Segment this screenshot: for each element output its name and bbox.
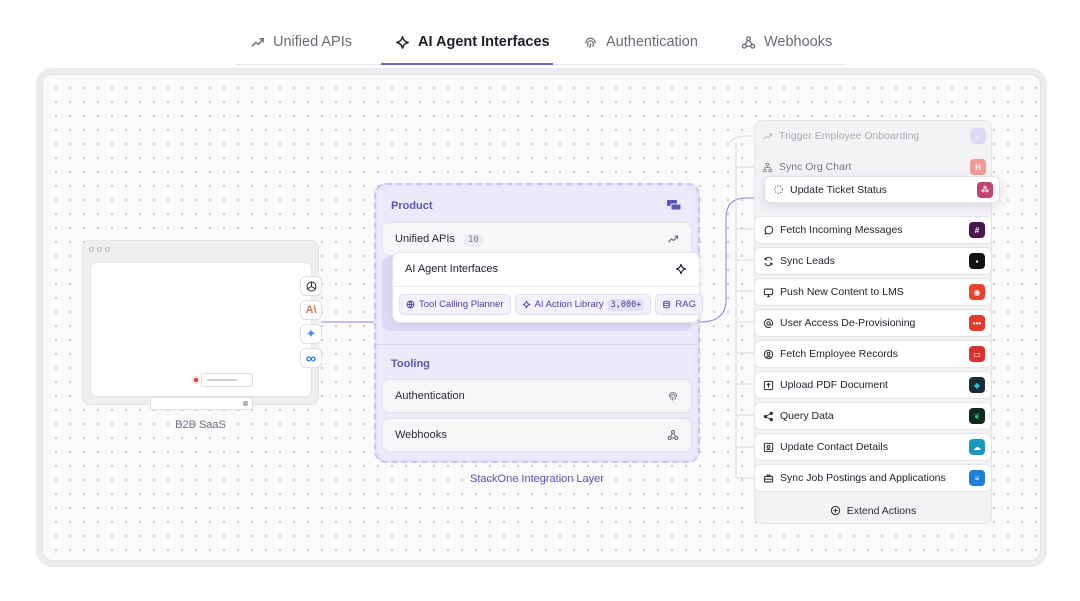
llm-provider-icons: A\ ✦ ∞: [300, 276, 322, 368]
app-badge-icon: ☁: [969, 439, 985, 455]
authentication-label: Authentication: [395, 390, 465, 402]
app-badge-icon: ⁂: [977, 181, 993, 198]
users-icon: [763, 349, 774, 359]
action-query-data[interactable]: Query Data ❦: [754, 402, 992, 430]
fingerprint-icon: [585, 37, 596, 48]
action-user-access-de-provisioning[interactable]: User Access De-Provisioning •••: [754, 309, 992, 337]
tab-label: Authentication: [606, 34, 698, 50]
webhooks-card[interactable]: Webhooks: [382, 418, 692, 452]
contact-card-icon: [763, 442, 774, 452]
upload-icon: [763, 380, 774, 390]
sparkle-icon: [676, 264, 686, 274]
webhooks-label: Webhooks: [395, 429, 447, 441]
action-update-ticket-status[interactable]: Update Ticket Status ⁂: [764, 176, 1000, 203]
loading-icon: [774, 185, 783, 194]
action-trigger-employee-onboarding[interactable]: Trigger Employee Onboarding ✓: [754, 122, 992, 150]
integration-layer-caption: StackOne Integration Layer: [470, 473, 604, 485]
sparkle-icon: [522, 300, 530, 309]
ai-agent-interfaces-label: AI Agent Interfaces: [405, 263, 498, 275]
layers-icon: [667, 200, 682, 211]
ai-agent-interfaces-card[interactable]: AI Agent Interfaces Tool Calling Planner…: [392, 252, 703, 323]
monitor-icon: [763, 288, 774, 297]
database-icon: [663, 300, 671, 309]
share-icon: [763, 411, 773, 421]
app-badge-icon: ≡: [969, 470, 985, 486]
anthropic-icon: A\: [300, 300, 322, 320]
tab-label: Unified APIs: [273, 34, 352, 50]
tab-webhooks[interactable]: Webhooks: [741, 20, 832, 64]
plus-circle-icon: [830, 505, 840, 516]
app-badge-icon: #: [969, 222, 985, 238]
tab-ai-agent-interfaces[interactable]: AI Agent Interfaces: [395, 20, 550, 64]
app-badge-icon: ◆: [969, 377, 985, 393]
refresh-icon: [764, 256, 773, 266]
product-section-title: Product: [391, 200, 433, 212]
action-library-count: 3,000+: [607, 298, 645, 311]
agent-feature-chips: Tool Calling Planner AI Action Library 3…: [399, 294, 703, 315]
globe-icon: [406, 300, 415, 309]
card-divider: [393, 286, 699, 287]
webhook-icon: [741, 35, 756, 49]
action-sync-job-postings[interactable]: Sync Job Postings and Applications ≡: [754, 464, 992, 492]
extend-actions-label: Extend Actions: [846, 504, 917, 517]
top-tab-bar: Unified APIs AI Agent Interfaces Authent…: [236, 20, 846, 65]
app-badge-icon: ❦: [969, 408, 985, 424]
notification-dot: [192, 376, 200, 384]
section-divider: [376, 344, 698, 345]
tab-unified-apis[interactable]: Unified APIs: [250, 20, 352, 64]
window-controls: [89, 247, 110, 252]
action-fetch-employee-records[interactable]: Fetch Employee Records ▭: [754, 340, 992, 368]
briefcase-icon: [763, 474, 774, 482]
unified-apis-count: 10: [463, 233, 483, 246]
chip-rag[interactable]: RAG: [655, 294, 703, 315]
at-sign-icon: [763, 318, 774, 328]
authentication-card[interactable]: Authentication: [382, 379, 692, 413]
meta-icon: ∞: [300, 348, 322, 368]
saas-app-panel: [90, 262, 312, 410]
unified-apis-label: Unified APIs: [395, 232, 455, 245]
app-badge-icon: ✓: [970, 128, 986, 144]
tab-label: Webhooks: [764, 34, 833, 50]
tab-label: AI Agent Interfaces: [418, 34, 550, 50]
app-badge-icon: •••: [969, 315, 985, 331]
tooling-section-title: Tooling: [391, 358, 430, 370]
saas-caption: B2B SaaS: [175, 419, 226, 431]
app-badge-icon: ▭: [969, 346, 985, 362]
extend-actions-button[interactable]: Extend Actions: [754, 498, 992, 523]
chip-ai-action-library[interactable]: AI Action Library 3,000+: [514, 294, 652, 315]
openai-icon: [300, 276, 322, 296]
fingerprint-icon: [668, 392, 678, 401]
action-sync-leads[interactable]: Sync Leads ▪: [754, 247, 992, 275]
chip-tool-calling-planner[interactable]: Tool Calling Planner: [399, 294, 511, 315]
chat-icon: [764, 225, 774, 235]
action-upload-pdf-document[interactable]: Upload PDF Document ◆: [754, 371, 992, 399]
action-update-contact-details[interactable]: Update Contact Details ☁: [754, 433, 992, 461]
active-tab-indicator: [381, 63, 553, 65]
gemini-icon: ✦: [300, 324, 322, 344]
app-badge-icon: H: [970, 159, 986, 175]
webhook-icon: [667, 429, 679, 441]
tab-authentication[interactable]: Authentication: [583, 20, 698, 64]
trend-arrow-icon: [763, 132, 773, 140]
chat-message-bubble: [201, 373, 253, 387]
b2b-saas-window: [82, 240, 319, 410]
trend-arrow-icon: [251, 37, 264, 47]
org-chart-icon: [762, 162, 773, 172]
sparkle-icon: [396, 35, 409, 49]
trend-arrow-icon: [668, 235, 679, 243]
app-badge-icon: ◉: [969, 284, 985, 300]
action-fetch-incoming-messages[interactable]: Fetch Incoming Messages #: [754, 216, 992, 244]
app-badge-icon: ▪: [969, 253, 985, 269]
action-push-new-content-to-lms[interactable]: Push New Content to LMS ◉: [754, 278, 992, 306]
unified-apis-card[interactable]: Unified APIs 10: [382, 222, 692, 256]
chat-input[interactable]: [150, 397, 253, 410]
